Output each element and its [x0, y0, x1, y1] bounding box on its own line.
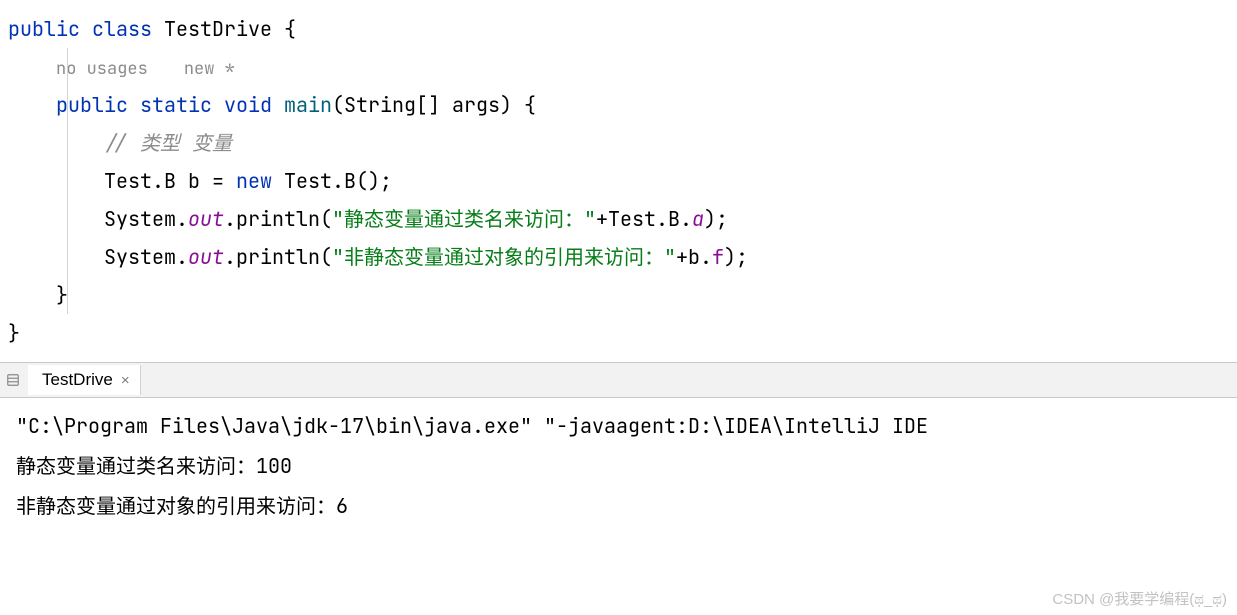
tab-label: TestDrive	[42, 370, 113, 390]
system-ref: System.	[104, 206, 188, 232]
code-editor[interactable]: public class TestDrive { no usages new *…	[0, 0, 1237, 362]
settings-icon[interactable]	[4, 373, 22, 387]
keyword-new: new	[236, 168, 272, 194]
concat: +b.	[676, 244, 712, 270]
system-ref: System.	[104, 244, 188, 270]
code-line: System.out.println("非静态变量通过对象的引用来访问："+b.…	[8, 238, 1237, 276]
code-line: }	[8, 276, 1237, 314]
code-line: }	[8, 314, 1237, 352]
end: );	[724, 244, 748, 270]
method-call: .println(	[224, 206, 332, 232]
console-line: 静态变量通过类名来访问：100	[16, 446, 1237, 486]
field-out: out	[188, 206, 224, 232]
method-call: .println(	[224, 244, 332, 270]
method-name: main	[284, 92, 332, 118]
concat: +Test.B.	[596, 206, 692, 232]
end: );	[704, 206, 728, 232]
hint-line: no usages new *	[8, 48, 1237, 86]
constructor-call: Test.B();	[272, 168, 392, 194]
console-output[interactable]: "C:\Program Files\Java\jdk-17\bin\java.e…	[0, 398, 1237, 534]
comment: // 类型 变量	[104, 130, 232, 156]
field-ref: a	[692, 206, 704, 232]
close-icon[interactable]: ×	[121, 372, 130, 389]
run-tab[interactable]: TestDrive ×	[28, 365, 141, 395]
keyword-void: void	[224, 92, 272, 118]
keyword-static: static	[140, 92, 212, 118]
class-name: TestDrive	[164, 16, 272, 42]
code-line: System.out.println("静态变量通过类名来访问："+Test.B…	[8, 200, 1237, 238]
var-decl: Test.B b =	[104, 168, 236, 194]
string-literal: "静态变量通过类名来访问："	[332, 206, 596, 232]
hint-no-usages: no usages	[56, 58, 148, 80]
field-ref: f	[712, 244, 724, 270]
console-command: "C:\Program Files\Java\jdk-17\bin\java.e…	[16, 406, 1237, 446]
watermark: CSDN @我要学编程(ಥ_ಥ)	[1052, 588, 1227, 609]
params: (String[] args) {	[332, 92, 536, 118]
indent-guide	[67, 48, 68, 314]
hint-new: new *	[184, 58, 235, 80]
brace: {	[272, 16, 296, 42]
code-line: // 类型 变量	[8, 124, 1237, 162]
code-line: public class TestDrive {	[8, 10, 1237, 48]
string-literal: "非静态变量通过对象的引用来访问："	[332, 244, 676, 270]
keyword-class: class	[92, 16, 152, 42]
run-tab-bar: TestDrive ×	[0, 362, 1237, 398]
console-line: 非静态变量通过对象的引用来访问：6	[16, 486, 1237, 526]
brace-close: }	[8, 320, 20, 346]
code-line: Test.B b = new Test.B();	[8, 162, 1237, 200]
keyword-public: public	[8, 16, 80, 42]
code-line: public static void main(String[] args) {	[8, 86, 1237, 124]
field-out: out	[188, 244, 224, 270]
